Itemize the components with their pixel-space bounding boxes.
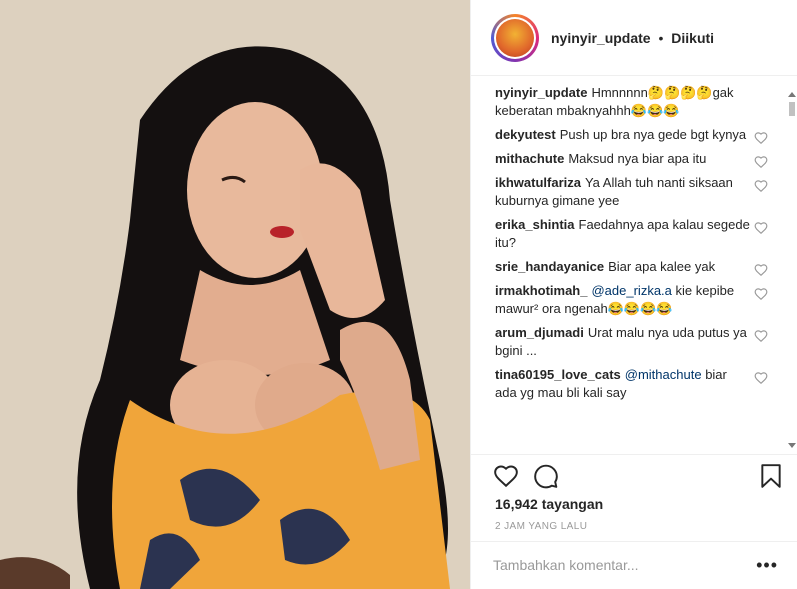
view-count[interactable]: 16,942 tayangan bbox=[495, 496, 603, 512]
comments-scrollbar[interactable] bbox=[787, 92, 797, 448]
comment-item: arum_djumadi Urat malu nya uda putus ya b… bbox=[471, 324, 797, 360]
heart-icon[interactable] bbox=[754, 221, 768, 235]
post-sidebar: nyinyir_update • Diikuti nyinyir_update H… bbox=[470, 0, 797, 589]
post-actions bbox=[471, 454, 797, 496]
comment-item: dekyutest Push up bra nya gede bgt kynya bbox=[471, 126, 797, 145]
comment-username[interactable]: srie_handayanice bbox=[495, 259, 604, 274]
heart-outline-icon[interactable] bbox=[493, 463, 519, 489]
scrollbar-thumb[interactable] bbox=[789, 102, 795, 116]
heart-icon[interactable] bbox=[754, 155, 768, 169]
comment-username[interactable]: erika_shintia bbox=[495, 217, 575, 232]
comment-mention[interactable]: @ade_rizka.a bbox=[591, 283, 671, 298]
add-comment-box: ••• bbox=[471, 541, 797, 589]
comment-item: erika_shintia Faedahnya apa kalau segede … bbox=[471, 216, 797, 252]
comment-text: Biar apa kalee yak bbox=[608, 259, 716, 274]
heart-icon[interactable] bbox=[754, 371, 768, 385]
heart-icon[interactable] bbox=[754, 287, 768, 301]
heart-icon[interactable] bbox=[754, 263, 768, 277]
header-separator: • bbox=[658, 29, 664, 46]
comment-item: srie_handayanice Biar apa kalee yak bbox=[471, 258, 797, 277]
video-frame-illustration bbox=[0, 0, 470, 589]
speech-bubble-icon[interactable] bbox=[533, 463, 559, 489]
post-media[interactable] bbox=[0, 0, 470, 589]
comment-username[interactable]: dekyutest bbox=[495, 127, 556, 142]
comment-item: nyinyir_update Hmnnnnn🤔🤔🤔🤔gak keberatan m… bbox=[471, 84, 797, 120]
comment-mention[interactable]: @mithachute bbox=[625, 367, 702, 382]
follow-status-button[interactable]: Diikuti bbox=[671, 30, 714, 46]
comment-username[interactable]: nyinyir_update bbox=[495, 85, 587, 100]
more-options-icon[interactable]: ••• bbox=[756, 556, 778, 574]
comment-text: Push up bra nya gede bgt kynya bbox=[559, 127, 747, 142]
avatar-image bbox=[496, 18, 534, 57]
comments-list[interactable]: nyinyir_update Hmnnnnn🤔🤔🤔🤔gak keberatan m… bbox=[471, 84, 797, 454]
heart-icon[interactable] bbox=[754, 131, 768, 145]
comment-username[interactable]: irmakhotimah_ bbox=[495, 283, 587, 298]
comment-username[interactable]: ikhwatulfariza bbox=[495, 175, 581, 190]
scroll-up-arrow-icon[interactable] bbox=[788, 92, 796, 97]
avatar[interactable] bbox=[491, 13, 539, 62]
heart-icon[interactable] bbox=[754, 179, 768, 193]
comment-item: tina60195_love_cats @mithachute biar ada … bbox=[471, 366, 797, 402]
comment-item: mithachute Maksud nya biar apa itu bbox=[471, 150, 797, 169]
scroll-down-arrow-icon[interactable] bbox=[788, 443, 796, 448]
comment-username[interactable]: mithachute bbox=[495, 151, 564, 166]
comment-input[interactable] bbox=[493, 552, 743, 578]
header-username[interactable]: nyinyir_update bbox=[551, 30, 651, 46]
comment-item: irmakhotimah_ @ade_rizka.a kie kepibe maw… bbox=[471, 282, 797, 318]
bookmark-icon[interactable] bbox=[758, 463, 784, 489]
comment-item: ikhwatulfariza Ya Allah tuh nanti siksaan… bbox=[471, 174, 797, 210]
heart-icon[interactable] bbox=[754, 329, 768, 343]
comment-text: Maksud nya biar apa itu bbox=[568, 151, 707, 166]
comment-username[interactable]: tina60195_love_cats bbox=[495, 367, 621, 382]
avatar-frame bbox=[494, 16, 536, 59]
comment-username[interactable]: arum_djumadi bbox=[495, 325, 584, 340]
header-text: nyinyir_update • Diikuti bbox=[551, 30, 714, 46]
post-timestamp[interactable]: 2 JAM YANG LALU bbox=[495, 521, 587, 532]
post-header: nyinyir_update • Diikuti bbox=[471, 0, 797, 76]
